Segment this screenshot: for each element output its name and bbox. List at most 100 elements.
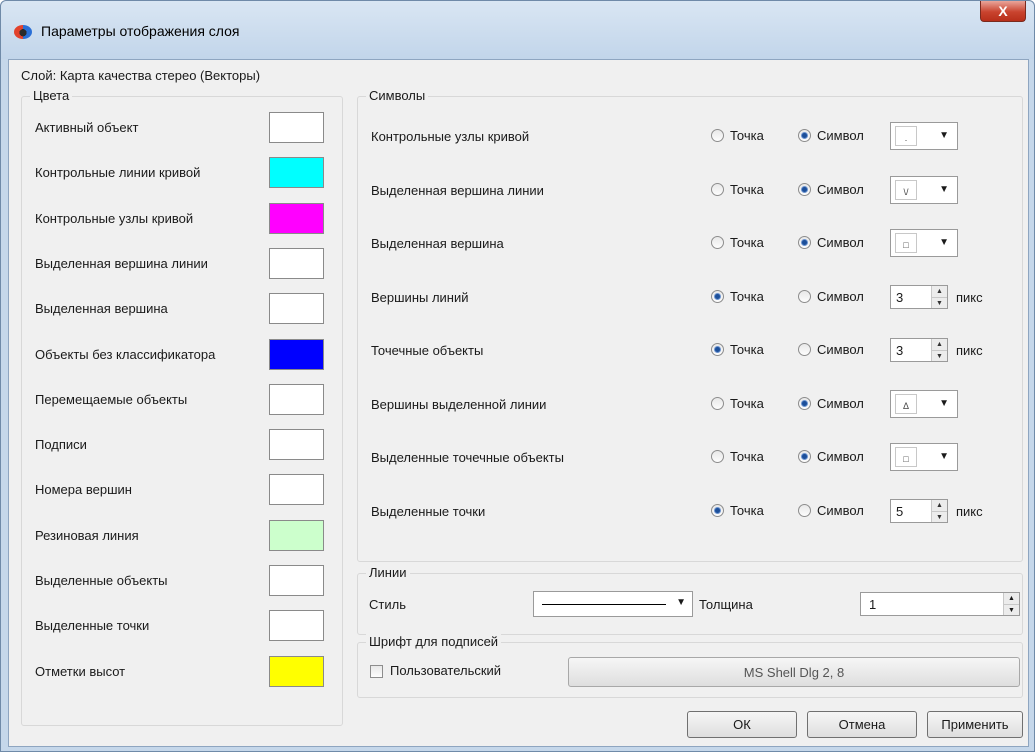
ok-button-label: ОК bbox=[733, 717, 751, 732]
symbols-group-title: Символы bbox=[366, 88, 429, 104]
symbol-row-label: Вершины линий bbox=[371, 289, 469, 305]
lines-group: Линии Стиль ▼ Толщина 1 ▲ ▼ bbox=[357, 565, 1023, 635]
color-swatch-button[interactable] bbox=[269, 202, 324, 234]
spin-down-icon[interactable]: ▼ bbox=[932, 296, 947, 308]
symbol-radio[interactable] bbox=[798, 289, 811, 303]
symbol-radio[interactable] bbox=[798, 396, 811, 410]
line-thickness-spinbox[interactable]: 1 ▲ ▼ bbox=[860, 592, 1020, 616]
point-radio[interactable] bbox=[711, 343, 724, 356]
symbol-row-label: Выделенная вершина bbox=[371, 236, 504, 251]
color-row-label: Отметки высот bbox=[35, 663, 126, 679]
symbol-radio-label: Символ bbox=[817, 181, 864, 197]
color-swatch-button[interactable] bbox=[269, 655, 324, 687]
point-radio[interactable] bbox=[711, 450, 724, 463]
chevron-down-icon: ▼ bbox=[676, 597, 686, 608]
spin-down-icon[interactable]: ▼ bbox=[932, 350, 947, 361]
size-spin-buttons[interactable]: ▲ ▼ bbox=[931, 499, 947, 522]
spin-up-icon[interactable]: ▲ bbox=[1004, 593, 1019, 604]
color-swatch-button[interactable] bbox=[269, 383, 324, 415]
color-row: Объекты без классификатора bbox=[22, 338, 342, 373]
symbol-radio[interactable] bbox=[798, 503, 811, 517]
color-swatch-button[interactable] bbox=[269, 429, 324, 461]
spin-up-icon[interactable]: ▲ bbox=[932, 499, 947, 511]
thickness-spin-buttons[interactable]: ▲ ▼ bbox=[1003, 593, 1019, 615]
symbol-row-label: Вершины выделенной линии bbox=[371, 396, 547, 412]
color-swatch-button[interactable] bbox=[269, 474, 324, 506]
custom-font-checkbox[interactable] bbox=[370, 665, 383, 678]
symbol-radio-label: Символ bbox=[817, 342, 864, 357]
symbol-dropdown[interactable]: \/ ▼ bbox=[890, 175, 958, 204]
color-swatch-button[interactable] bbox=[269, 519, 324, 551]
symbol-radio[interactable] bbox=[798, 129, 811, 142]
chevron-down-icon: ▼ bbox=[939, 237, 949, 248]
apply-button[interactable]: Применить bbox=[927, 711, 1023, 738]
chevron-down-icon: ▼ bbox=[939, 451, 949, 462]
colors-group-title: Цвета bbox=[30, 88, 73, 104]
size-value: 3 bbox=[896, 343, 904, 358]
size-spinbox[interactable]: 3 ▲ ▼ bbox=[890, 338, 948, 362]
color-swatch-button[interactable] bbox=[269, 247, 324, 279]
point-radio-label: Точка bbox=[730, 502, 764, 518]
symbol-row: Выделенная вершина линии Точка Символ \/ ▼ bbox=[358, 175, 1024, 206]
point-radio[interactable] bbox=[711, 396, 724, 410]
point-radio[interactable] bbox=[711, 289, 724, 303]
symbol-radio[interactable] bbox=[798, 236, 811, 249]
color-row-label: Выделенные объекты bbox=[35, 573, 168, 588]
chevron-down-icon: ▼ bbox=[939, 183, 949, 195]
symbol-row: Выделенная вершина Точка Символ □ ▼ bbox=[358, 229, 1024, 259]
colors-group: Цвета Активный объект Контрольные линии к… bbox=[21, 88, 343, 726]
layer-label: Слой: Карта качества стерео (Векторы) bbox=[21, 68, 261, 83]
chevron-down-icon: ▼ bbox=[939, 130, 949, 141]
symbol-dropdown[interactable]: □ ▼ bbox=[890, 229, 958, 257]
point-radio[interactable] bbox=[711, 503, 724, 517]
color-row-label: Контрольные узлы кривой bbox=[35, 210, 194, 226]
color-row-label: Выделенная вершина линии bbox=[35, 255, 208, 271]
color-swatch-button[interactable] bbox=[269, 293, 324, 325]
point-radio[interactable] bbox=[711, 182, 724, 196]
title-bar[interactable]: Параметры отображения слоя X bbox=[1, 1, 1034, 59]
color-row: Контрольные линии кривой bbox=[22, 157, 342, 191]
spin-up-icon[interactable]: ▲ bbox=[932, 285, 947, 297]
color-swatch-button[interactable] bbox=[269, 610, 324, 642]
size-spin-buttons[interactable]: ▲ ▼ bbox=[931, 339, 947, 361]
color-row-label: Выделенные точки bbox=[35, 618, 150, 634]
symbol-row: Вершины выделенной линии Точка Символ Δ ▼ bbox=[358, 389, 1024, 420]
point-radio-label: Точка bbox=[730, 449, 764, 464]
color-row: Выделенная вершина линии bbox=[22, 247, 342, 282]
symbol-dropdown[interactable]: Δ ▼ bbox=[890, 389, 958, 418]
symbol-radio[interactable] bbox=[798, 343, 811, 356]
font-group: Шрифт для подписей Пользовательский MS S… bbox=[357, 634, 1023, 698]
size-spin-buttons[interactable]: ▲ ▼ bbox=[931, 285, 947, 308]
spin-up-icon[interactable]: ▲ bbox=[932, 339, 947, 350]
symbol-row: Контрольные узлы кривой Точка Символ. ▼ bbox=[358, 122, 1024, 152]
color-row-label: Объекты без классификатора bbox=[35, 346, 216, 362]
symbol-row-label: Выделенные точки bbox=[371, 503, 486, 519]
symbol-glyph-icon: □ bbox=[895, 447, 917, 467]
size-spinbox[interactable]: 5 ▲ ▼ bbox=[890, 498, 948, 523]
color-swatch-button[interactable] bbox=[269, 565, 324, 596]
symbol-dropdown[interactable]: □ ▼ bbox=[890, 443, 958, 471]
cancel-button[interactable]: Отмена bbox=[807, 711, 917, 738]
color-swatch-button[interactable] bbox=[269, 338, 324, 370]
line-style-dropdown[interactable]: ▼ bbox=[533, 591, 693, 617]
spin-down-icon[interactable]: ▼ bbox=[932, 510, 947, 522]
spin-down-icon[interactable]: ▼ bbox=[1004, 604, 1019, 615]
font-select-button[interactable]: MS Shell Dlg 2, 8 bbox=[568, 657, 1020, 687]
ok-button[interactable]: ОК bbox=[687, 711, 797, 738]
size-spinbox[interactable]: 3 ▲ ▼ bbox=[890, 284, 948, 309]
line-thickness-value: 1 bbox=[869, 597, 877, 612]
lines-group-title: Линии bbox=[366, 565, 410, 581]
color-swatch-button[interactable] bbox=[269, 112, 324, 143]
symbol-dropdown[interactable]: . ▼ bbox=[890, 122, 958, 150]
size-unit-label: пикс bbox=[956, 289, 983, 305]
close-button[interactable]: X bbox=[980, 1, 1026, 22]
font-select-value: MS Shell Dlg 2, 8 bbox=[743, 664, 845, 680]
color-row: Активный объект bbox=[22, 112, 342, 146]
symbol-radio[interactable] bbox=[798, 182, 811, 196]
size-unit-label: пикс bbox=[956, 503, 983, 519]
point-radio[interactable] bbox=[711, 129, 724, 142]
point-radio[interactable] bbox=[711, 236, 724, 249]
color-swatch-button[interactable] bbox=[269, 157, 324, 189]
symbol-radio[interactable] bbox=[798, 450, 811, 463]
point-radio-label: Точка bbox=[730, 181, 764, 197]
